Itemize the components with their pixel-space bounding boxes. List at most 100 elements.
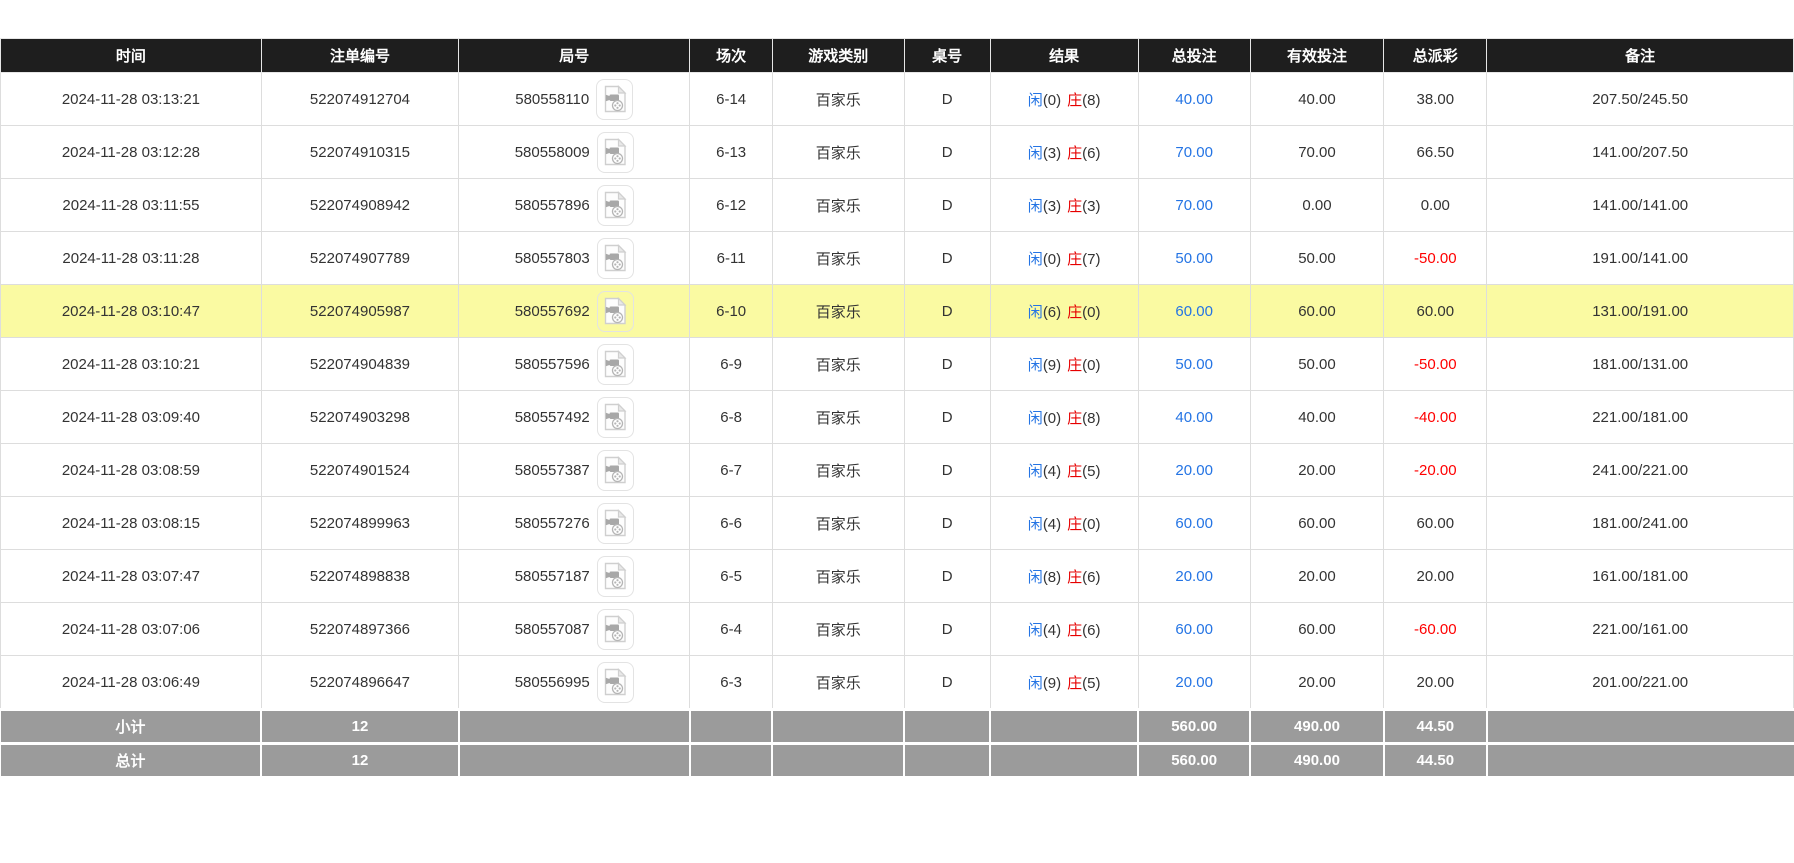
- cell-remark: 191.00/141.00: [1487, 232, 1794, 285]
- cell-game-type: 百家乐: [772, 656, 904, 710]
- video-replay-button[interactable]: [597, 291, 634, 332]
- cell-total-bet[interactable]: 70.00: [1138, 179, 1250, 232]
- subtotal-empty-result: [990, 710, 1138, 744]
- table-row[interactable]: 2024-11-28 03:10:47 522074905987 5805576…: [1, 285, 1794, 338]
- cell-total-bet[interactable]: 60.00: [1138, 497, 1250, 550]
- total-empty-remark: [1487, 744, 1794, 778]
- cell-payout: -20.00: [1384, 444, 1487, 497]
- cell-total-bet[interactable]: 20.00: [1138, 550, 1250, 603]
- table-row[interactable]: 2024-11-28 03:06:49 522074896647 5805569…: [1, 656, 1794, 710]
- cell-total-bet[interactable]: 40.00: [1138, 73, 1250, 126]
- video-replay-button[interactable]: [597, 397, 634, 438]
- player-result-count: (4): [1043, 622, 1061, 639]
- subtotal-payout: 44.50: [1384, 710, 1487, 744]
- total-empty-table: [904, 744, 990, 778]
- video-replay-icon: [603, 350, 627, 378]
- subtotal-empty-game: [772, 710, 904, 744]
- table-row[interactable]: 2024-11-28 03:10:21 522074904839 5805575…: [1, 338, 1794, 391]
- subtotal-count: 12: [261, 710, 458, 744]
- round-number: 580557187: [515, 568, 590, 585]
- cell-table-no: D: [904, 338, 990, 391]
- cell-table-no: D: [904, 73, 990, 126]
- table-row[interactable]: 2024-11-28 03:07:06 522074897366 5805570…: [1, 603, 1794, 656]
- table-row[interactable]: 2024-11-28 03:07:47 522074898838 5805571…: [1, 550, 1794, 603]
- cell-payout: 38.00: [1384, 73, 1487, 126]
- video-replay-button[interactable]: [597, 609, 634, 650]
- cell-payout: -50.00: [1384, 232, 1487, 285]
- cell-game-type: 百家乐: [772, 338, 904, 391]
- table-row[interactable]: 2024-11-28 03:09:40 522074903298 5805574…: [1, 391, 1794, 444]
- cell-bet-id: 522074898838: [261, 550, 458, 603]
- video-replay-button[interactable]: [597, 344, 634, 385]
- player-result-label: 闲: [1028, 145, 1043, 162]
- banker-result-label: 庄: [1067, 463, 1082, 480]
- cell-round-no: 580557187: [459, 550, 690, 603]
- cell-total-bet[interactable]: 70.00: [1138, 126, 1250, 179]
- cell-session: 6-14: [690, 73, 772, 126]
- video-replay-button[interactable]: [597, 503, 634, 544]
- cell-total-bet[interactable]: 60.00: [1138, 603, 1250, 656]
- table-row[interactable]: 2024-11-28 03:12:28 522074910315 5805580…: [1, 126, 1794, 179]
- cell-payout: 66.50: [1384, 126, 1487, 179]
- video-replay-icon: [603, 244, 627, 272]
- cell-payout: 20.00: [1384, 550, 1487, 603]
- cell-valid-bet: 60.00: [1250, 285, 1384, 338]
- cell-total-bet[interactable]: 60.00: [1138, 285, 1250, 338]
- round-number: 580557803: [515, 250, 590, 267]
- table-row[interactable]: 2024-11-28 03:08:59 522074901524 5805573…: [1, 444, 1794, 497]
- video-replay-button[interactable]: [597, 132, 634, 173]
- banker-result-count: (5): [1082, 675, 1100, 692]
- banker-result-label: 庄: [1067, 569, 1082, 586]
- cell-time: 2024-11-28 03:09:40: [1, 391, 262, 444]
- banker-result-label: 庄: [1067, 410, 1082, 427]
- player-result-count: (0): [1043, 92, 1061, 109]
- cell-total-bet[interactable]: 20.00: [1138, 656, 1250, 710]
- cell-time: 2024-11-28 03:11:55: [1, 179, 262, 232]
- cell-round-no: 580557087: [459, 603, 690, 656]
- cell-total-bet[interactable]: 40.00: [1138, 391, 1250, 444]
- cell-total-bet[interactable]: 50.00: [1138, 232, 1250, 285]
- video-replay-button[interactable]: [597, 238, 634, 279]
- player-result-count: (6): [1043, 304, 1061, 321]
- video-replay-button[interactable]: [596, 79, 633, 120]
- cell-result: 闲(8)庄(6): [990, 550, 1138, 603]
- cell-remark: 221.00/161.00: [1487, 603, 1794, 656]
- cell-total-bet[interactable]: 50.00: [1138, 338, 1250, 391]
- cell-session: 6-12: [690, 179, 772, 232]
- banker-result-count: (0): [1082, 516, 1100, 533]
- cell-remark: 141.00/207.50: [1487, 126, 1794, 179]
- cell-valid-bet: 40.00: [1250, 391, 1384, 444]
- cell-table-no: D: [904, 444, 990, 497]
- subtotal-total-bet: 560.00: [1138, 710, 1250, 744]
- subtotal-row: 小计 12 560.00 490.00 44.50: [1, 710, 1794, 744]
- column-header-session: 场次: [690, 39, 772, 73]
- video-replay-icon: [603, 297, 627, 325]
- banker-result-count: (8): [1082, 92, 1100, 109]
- table-row[interactable]: 2024-11-28 03:11:28 522074907789 5805578…: [1, 232, 1794, 285]
- cell-valid-bet: 20.00: [1250, 656, 1384, 710]
- video-replay-button[interactable]: [597, 450, 634, 491]
- table-row[interactable]: 2024-11-28 03:13:21 522074912704 5805581…: [1, 73, 1794, 126]
- cell-payout: 60.00: [1384, 497, 1487, 550]
- player-result-count: (0): [1043, 410, 1061, 427]
- round-number: 580557896: [515, 197, 590, 214]
- column-header-result: 结果: [990, 39, 1138, 73]
- banker-result-label: 庄: [1067, 516, 1082, 533]
- video-replay-button[interactable]: [597, 662, 634, 703]
- cell-game-type: 百家乐: [772, 550, 904, 603]
- player-result-label: 闲: [1028, 410, 1043, 427]
- cell-round-no: 580557803: [459, 232, 690, 285]
- cell-remark: 131.00/191.00: [1487, 285, 1794, 338]
- video-replay-button[interactable]: [597, 185, 634, 226]
- table-row[interactable]: 2024-11-28 03:08:15 522074899963 5805572…: [1, 497, 1794, 550]
- cell-time: 2024-11-28 03:10:47: [1, 285, 262, 338]
- banker-result-label: 庄: [1067, 92, 1082, 109]
- table-row[interactable]: 2024-11-28 03:11:55 522074908942 5805578…: [1, 179, 1794, 232]
- video-replay-button[interactable]: [597, 556, 634, 597]
- cell-total-bet[interactable]: 20.00: [1138, 444, 1250, 497]
- cell-bet-id: 522074899963: [261, 497, 458, 550]
- cell-valid-bet: 60.00: [1250, 603, 1384, 656]
- column-header-valid-bet: 有效投注: [1250, 39, 1384, 73]
- video-replay-icon: [603, 85, 627, 113]
- player-result-label: 闲: [1028, 251, 1043, 268]
